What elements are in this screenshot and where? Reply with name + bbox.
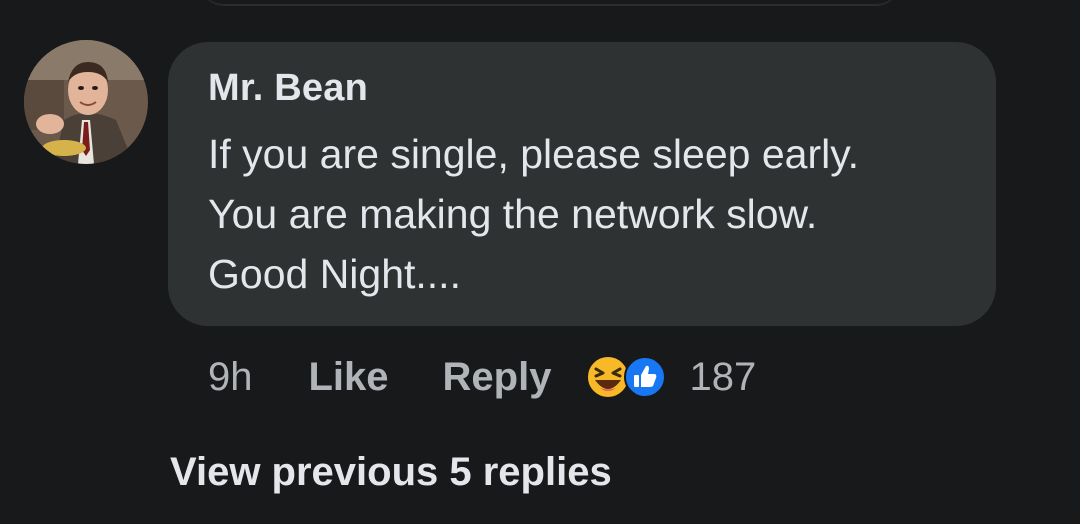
comment-actions: 9h Like Reply 187 — [208, 352, 756, 402]
comment-timestamp[interactable]: 9h — [208, 355, 253, 400]
like-button[interactable]: Like — [309, 355, 389, 400]
avatar-image — [24, 40, 148, 164]
comment-bubble: Mr. Bean If you are single, please sleep… — [168, 42, 996, 326]
like-reaction-icon — [623, 355, 667, 399]
comment-text-line: You are making the network slow. — [208, 191, 818, 237]
view-previous-replies-link[interactable]: View previous 5 replies — [170, 446, 612, 498]
comment-text-line: Good Night.... — [208, 251, 461, 297]
comment-text: If you are single, please sleep early. Y… — [208, 124, 988, 304]
previous-comment-edge — [200, 0, 900, 6]
comment-text-line: If you are single, please sleep early. — [208, 131, 860, 177]
reactions-summary[interactable] — [585, 354, 667, 400]
avatar[interactable] — [24, 40, 148, 164]
reply-button[interactable]: Reply — [443, 355, 552, 400]
comment-author[interactable]: Mr. Bean — [208, 66, 368, 110]
reaction-count[interactable]: 187 — [689, 355, 756, 400]
